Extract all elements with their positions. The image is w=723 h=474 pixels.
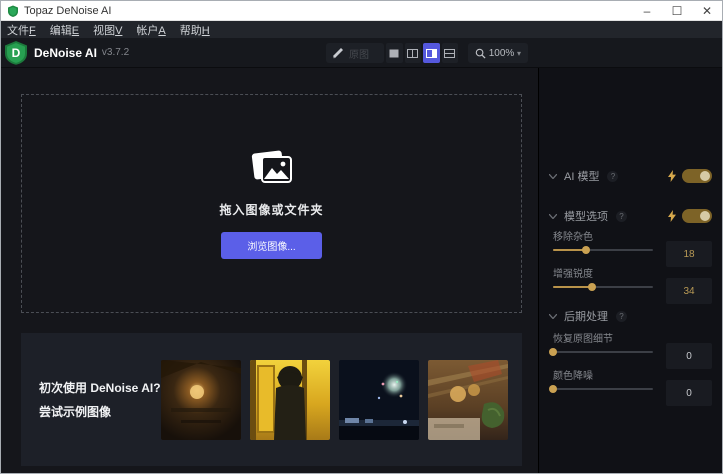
split-view-button[interactable]: [404, 43, 421, 63]
model-options-toggle[interactable]: [682, 209, 712, 223]
menu-help[interactable]: 帮助H: [180, 22, 210, 38]
slider-thumb[interactable]: [549, 348, 557, 356]
color-noise-value[interactable]: 0: [666, 380, 712, 406]
denoise-logo-icon: D: [5, 41, 27, 65]
recover-detail-slider[interactable]: [549, 348, 653, 356]
color-noise-slider[interactable]: [549, 385, 653, 393]
color-noise-slider-row: 颜色降噪 0: [549, 367, 712, 407]
samples-heading: 初次使用 DeNoise AI? 尝试示例图像: [39, 376, 161, 424]
section-title: AI 模型: [564, 171, 600, 183]
side-by-side-view-button[interactable]: [423, 43, 440, 63]
browse-images-button[interactable]: 浏览图像...: [221, 231, 322, 259]
menu-account[interactable]: 帐户A: [136, 22, 165, 38]
chevron-down-icon[interactable]: [549, 313, 557, 319]
sample-image-lantern-interior[interactable]: [161, 359, 241, 440]
dual-view-button[interactable]: [441, 43, 458, 63]
image-drop-zone[interactable]: 拖入图像或文件夹 浏览图像...: [21, 94, 522, 313]
chevron-down-icon: ▾: [516, 48, 521, 58]
single-view-icon: [389, 49, 399, 57]
compare-icon: [333, 48, 343, 59]
maximize-button[interactable]: ☐: [662, 1, 692, 20]
title-bar: Topaz DeNoise AI – ☐ ✕: [1, 1, 722, 21]
svg-text:D: D: [12, 46, 21, 60]
enhance-sharpness-slider[interactable]: [553, 283, 653, 291]
brand: D DeNoise AI v3.7.2: [4, 40, 129, 65]
zoom-control[interactable]: 100% ▾: [468, 43, 528, 63]
menu-bar: 文件F 编辑E 视图V 帐户A 帮助H: [1, 21, 722, 38]
split-view-icon: [407, 48, 419, 58]
sample-thumbnails: [161, 359, 508, 440]
enhance-sharpness-slider-row: 增强锐度 34: [553, 265, 712, 305]
magnifier-icon: [475, 48, 486, 59]
app-name: DeNoise AI: [34, 45, 97, 60]
photos-icon: [251, 150, 292, 183]
side-by-side-view-icon: [425, 48, 437, 58]
enhance-sharpness-value[interactable]: 34: [666, 278, 712, 304]
window-title: Topaz DeNoise AI: [24, 4, 112, 17]
slider-thumb[interactable]: [549, 385, 557, 393]
lightning-icon: [668, 210, 676, 222]
recover-detail-value[interactable]: 0: [666, 343, 712, 369]
compare-label: 原图: [349, 49, 369, 61]
zoom-level: 100%: [488, 47, 515, 59]
close-button[interactable]: ✕: [692, 1, 722, 20]
help-icon[interactable]: ?: [607, 170, 619, 182]
toolbar: D DeNoise AI v3.7.2 原图 100% ▾: [1, 38, 722, 68]
help-icon[interactable]: ?: [616, 310, 627, 322]
chevron-down-icon[interactable]: [549, 213, 557, 219]
app-version: v3.7.2: [101, 47, 130, 58]
lightning-icon: [668, 170, 676, 182]
menu-view[interactable]: 视图V: [93, 22, 122, 38]
ai-model-toggle[interactable]: [682, 169, 712, 183]
drop-hint-text: 拖入图像或文件夹: [219, 202, 324, 217]
remove-noise-slider-row: 移除杂色 18: [553, 228, 712, 268]
remove-noise-value[interactable]: 18: [666, 241, 712, 267]
topaz-denoise-window: { "window": { "title": "Topaz DeNoise AI…: [0, 0, 723, 474]
section-title: 后期处理: [564, 311, 608, 323]
samples-heading-line2: 尝试示例图像: [39, 404, 112, 419]
samples-heading-line1: 初次使用 DeNoise AI?: [39, 380, 161, 395]
menu-edit[interactable]: 编辑E: [50, 22, 79, 38]
section-post-processing: 后期处理 ?: [549, 308, 712, 324]
window-controls: – ☐ ✕: [632, 1, 722, 20]
chevron-down-icon[interactable]: [549, 173, 557, 179]
workspace: 拖入图像或文件夹 浏览图像... 初次使用 DeNoise AI? 尝试示例图像: [1, 68, 538, 473]
section-ai-model: AI 模型 ?: [549, 168, 712, 184]
remove-noise-slider[interactable]: [553, 246, 653, 254]
section-model-options: 模型选项 ?: [549, 208, 712, 224]
minimize-button[interactable]: –: [632, 1, 662, 20]
single-view-button[interactable]: [386, 43, 403, 63]
sample-image-stained-glass[interactable]: [250, 359, 330, 440]
sample-images-card: 初次使用 DeNoise AI? 尝试示例图像: [21, 333, 522, 466]
section-title: 模型选项: [564, 211, 608, 223]
slider-thumb[interactable]: [588, 283, 596, 291]
sample-image-fireworks[interactable]: [339, 359, 419, 440]
settings-panel: AI 模型 ? 模型选项 ? 移除杂色 18 增强锐度 34 后期处理 ? 恢复…: [538, 68, 722, 473]
main-area: 拖入图像或文件夹 浏览图像... 初次使用 DeNoise AI? 尝试示例图像: [1, 68, 722, 473]
help-icon[interactable]: ?: [616, 210, 627, 222]
menu-file[interactable]: 文件F: [7, 22, 36, 38]
dual-view-icon: [444, 48, 456, 58]
view-mode-group: [386, 43, 458, 63]
sample-image-market-interior[interactable]: [428, 359, 508, 440]
app-shield-icon: [8, 5, 18, 17]
compare-original-button[interactable]: 原图: [326, 43, 384, 63]
slider-thumb[interactable]: [582, 246, 590, 254]
recover-detail-slider-row: 恢复原图细节 0: [549, 330, 712, 370]
